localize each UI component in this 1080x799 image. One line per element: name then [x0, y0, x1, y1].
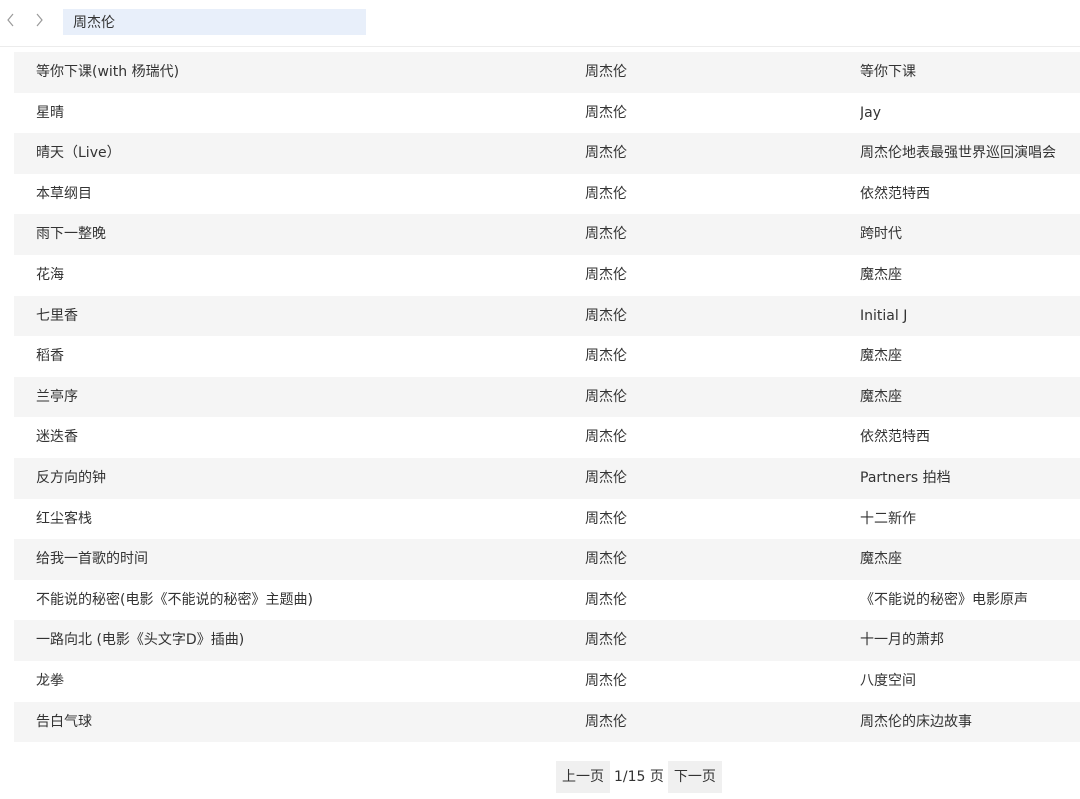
- back-button[interactable]: [2, 8, 20, 32]
- song-artist: 周杰伦: [585, 510, 627, 527]
- song-title: 红尘客栈: [36, 510, 92, 527]
- song-artist: 周杰伦: [585, 266, 627, 283]
- song-album: 魔杰座: [860, 348, 902, 365]
- song-artist: 周杰伦: [585, 307, 627, 324]
- song-album: 十二新作: [860, 510, 916, 527]
- song-title: 雨下一整晚: [36, 226, 106, 243]
- song-row[interactable]: 迷迭香 周杰伦 依然范特西: [14, 417, 1080, 458]
- song-title: 告白气球: [36, 713, 92, 730]
- song-album: 魔杰座: [860, 388, 902, 405]
- song-row[interactable]: 星晴 周杰伦 Jay: [14, 93, 1080, 134]
- song-row[interactable]: 不能说的秘密(电影《不能说的秘密》主题曲) 周杰伦 《不能说的秘密》电影原声: [14, 580, 1080, 621]
- song-row[interactable]: 等你下课(with 杨瑞代) 周杰伦 等你下课: [14, 52, 1080, 93]
- song-album: 魔杰座: [860, 266, 902, 283]
- song-album: 跨时代: [860, 226, 902, 243]
- song-album: 依然范特西: [860, 185, 930, 202]
- song-title: 给我一首歌的时间: [36, 551, 148, 568]
- page-indicator: 1/15 页: [614, 769, 664, 785]
- song-title: 七里香: [36, 307, 78, 324]
- song-row[interactable]: 一路向北 (电影《头文字D》插曲) 周杰伦 十一月的萧邦: [14, 620, 1080, 661]
- song-artist: 周杰伦: [585, 185, 627, 202]
- song-album: Partners 拍档: [860, 469, 951, 486]
- song-title: 不能说的秘密(电影《不能说的秘密》主题曲): [36, 591, 313, 608]
- song-artist: 周杰伦: [585, 104, 627, 121]
- song-title: 兰亭序: [36, 388, 78, 405]
- song-title: 星晴: [36, 104, 64, 121]
- song-row[interactable]: 七里香 周杰伦 Initial J: [14, 295, 1080, 337]
- song-row[interactable]: 龙拳 周杰伦 八度空间: [14, 661, 1080, 702]
- song-row[interactable]: 兰亭序 周杰伦 魔杰座: [14, 376, 1080, 418]
- song-row[interactable]: 稻香 周杰伦 魔杰座: [14, 336, 1080, 377]
- song-album: 《不能说的秘密》电影原声: [860, 591, 1028, 608]
- search-input[interactable]: [63, 9, 366, 35]
- song-artist: 周杰伦: [585, 632, 627, 649]
- song-album: Jay: [860, 104, 881, 121]
- song-row[interactable]: 晴天（Live） 周杰伦 周杰伦地表最强世界巡回演唱会: [14, 133, 1080, 174]
- song-row[interactable]: 本草纲目 周杰伦 依然范特西: [14, 174, 1080, 215]
- song-title: 本草纲目: [36, 185, 92, 202]
- top-bar: [0, 0, 1080, 47]
- song-row[interactable]: 红尘客栈 周杰伦 十二新作: [14, 499, 1080, 540]
- song-title: 等你下课(with 杨瑞代): [36, 64, 180, 80]
- chevron-right-icon: [36, 13, 43, 27]
- pagination: 上一页 1/15 页 下一页: [556, 761, 722, 793]
- song-album: Initial J: [860, 307, 908, 324]
- song-artist: 周杰伦: [585, 226, 627, 243]
- song-artist: 周杰伦: [585, 348, 627, 365]
- song-title: 稻香: [36, 348, 64, 365]
- song-artist: 周杰伦: [585, 551, 627, 568]
- song-artist: 周杰伦: [585, 591, 627, 608]
- song-list: 等你下课(with 杨瑞代) 周杰伦 等你下课 星晴 周杰伦 Jay 晴天（Live） 周杰伦…: [14, 52, 1080, 743]
- song-artist: 周杰伦: [585, 64, 627, 80]
- song-row[interactable]: 给我一首歌的时间 周杰伦 魔杰座: [14, 539, 1080, 580]
- song-row[interactable]: 雨下一整晚 周杰伦 跨时代: [14, 214, 1080, 255]
- song-title: 反方向的钟: [36, 469, 106, 486]
- song-album: 八度空间: [860, 672, 916, 689]
- song-artist: 周杰伦: [585, 388, 627, 405]
- song-album: 依然范特西: [860, 429, 930, 446]
- chevron-left-icon: [7, 13, 14, 27]
- forward-button[interactable]: [30, 8, 48, 32]
- song-artist: 周杰伦: [585, 429, 627, 446]
- song-title: 一路向北 (电影《头文字D》插曲): [36, 632, 245, 649]
- song-title: 迷迭香: [36, 429, 78, 446]
- prev-page-button[interactable]: 上一页: [556, 761, 610, 793]
- song-album: 十一月的萧邦: [860, 632, 944, 649]
- song-artist: 周杰伦: [585, 145, 627, 162]
- song-album: 魔杰座: [860, 551, 902, 568]
- song-title: 花海: [36, 266, 64, 283]
- song-artist: 周杰伦: [585, 672, 627, 689]
- song-album: 周杰伦地表最强世界巡回演唱会: [860, 145, 1056, 162]
- song-album: 周杰伦的床边故事: [860, 713, 972, 730]
- song-artist: 周杰伦: [585, 713, 627, 730]
- song-album: 等你下课: [860, 64, 916, 80]
- song-row[interactable]: 花海 周杰伦 魔杰座: [14, 255, 1080, 296]
- song-row[interactable]: 反方向的钟 周杰伦 Partners 拍档: [14, 457, 1080, 499]
- song-row[interactable]: 告白气球 周杰伦 周杰伦的床边故事: [14, 701, 1080, 743]
- song-title: 龙拳: [36, 672, 64, 689]
- next-page-button[interactable]: 下一页: [667, 761, 722, 793]
- song-title: 晴天（Live）: [36, 145, 121, 162]
- song-artist: 周杰伦: [585, 469, 627, 486]
